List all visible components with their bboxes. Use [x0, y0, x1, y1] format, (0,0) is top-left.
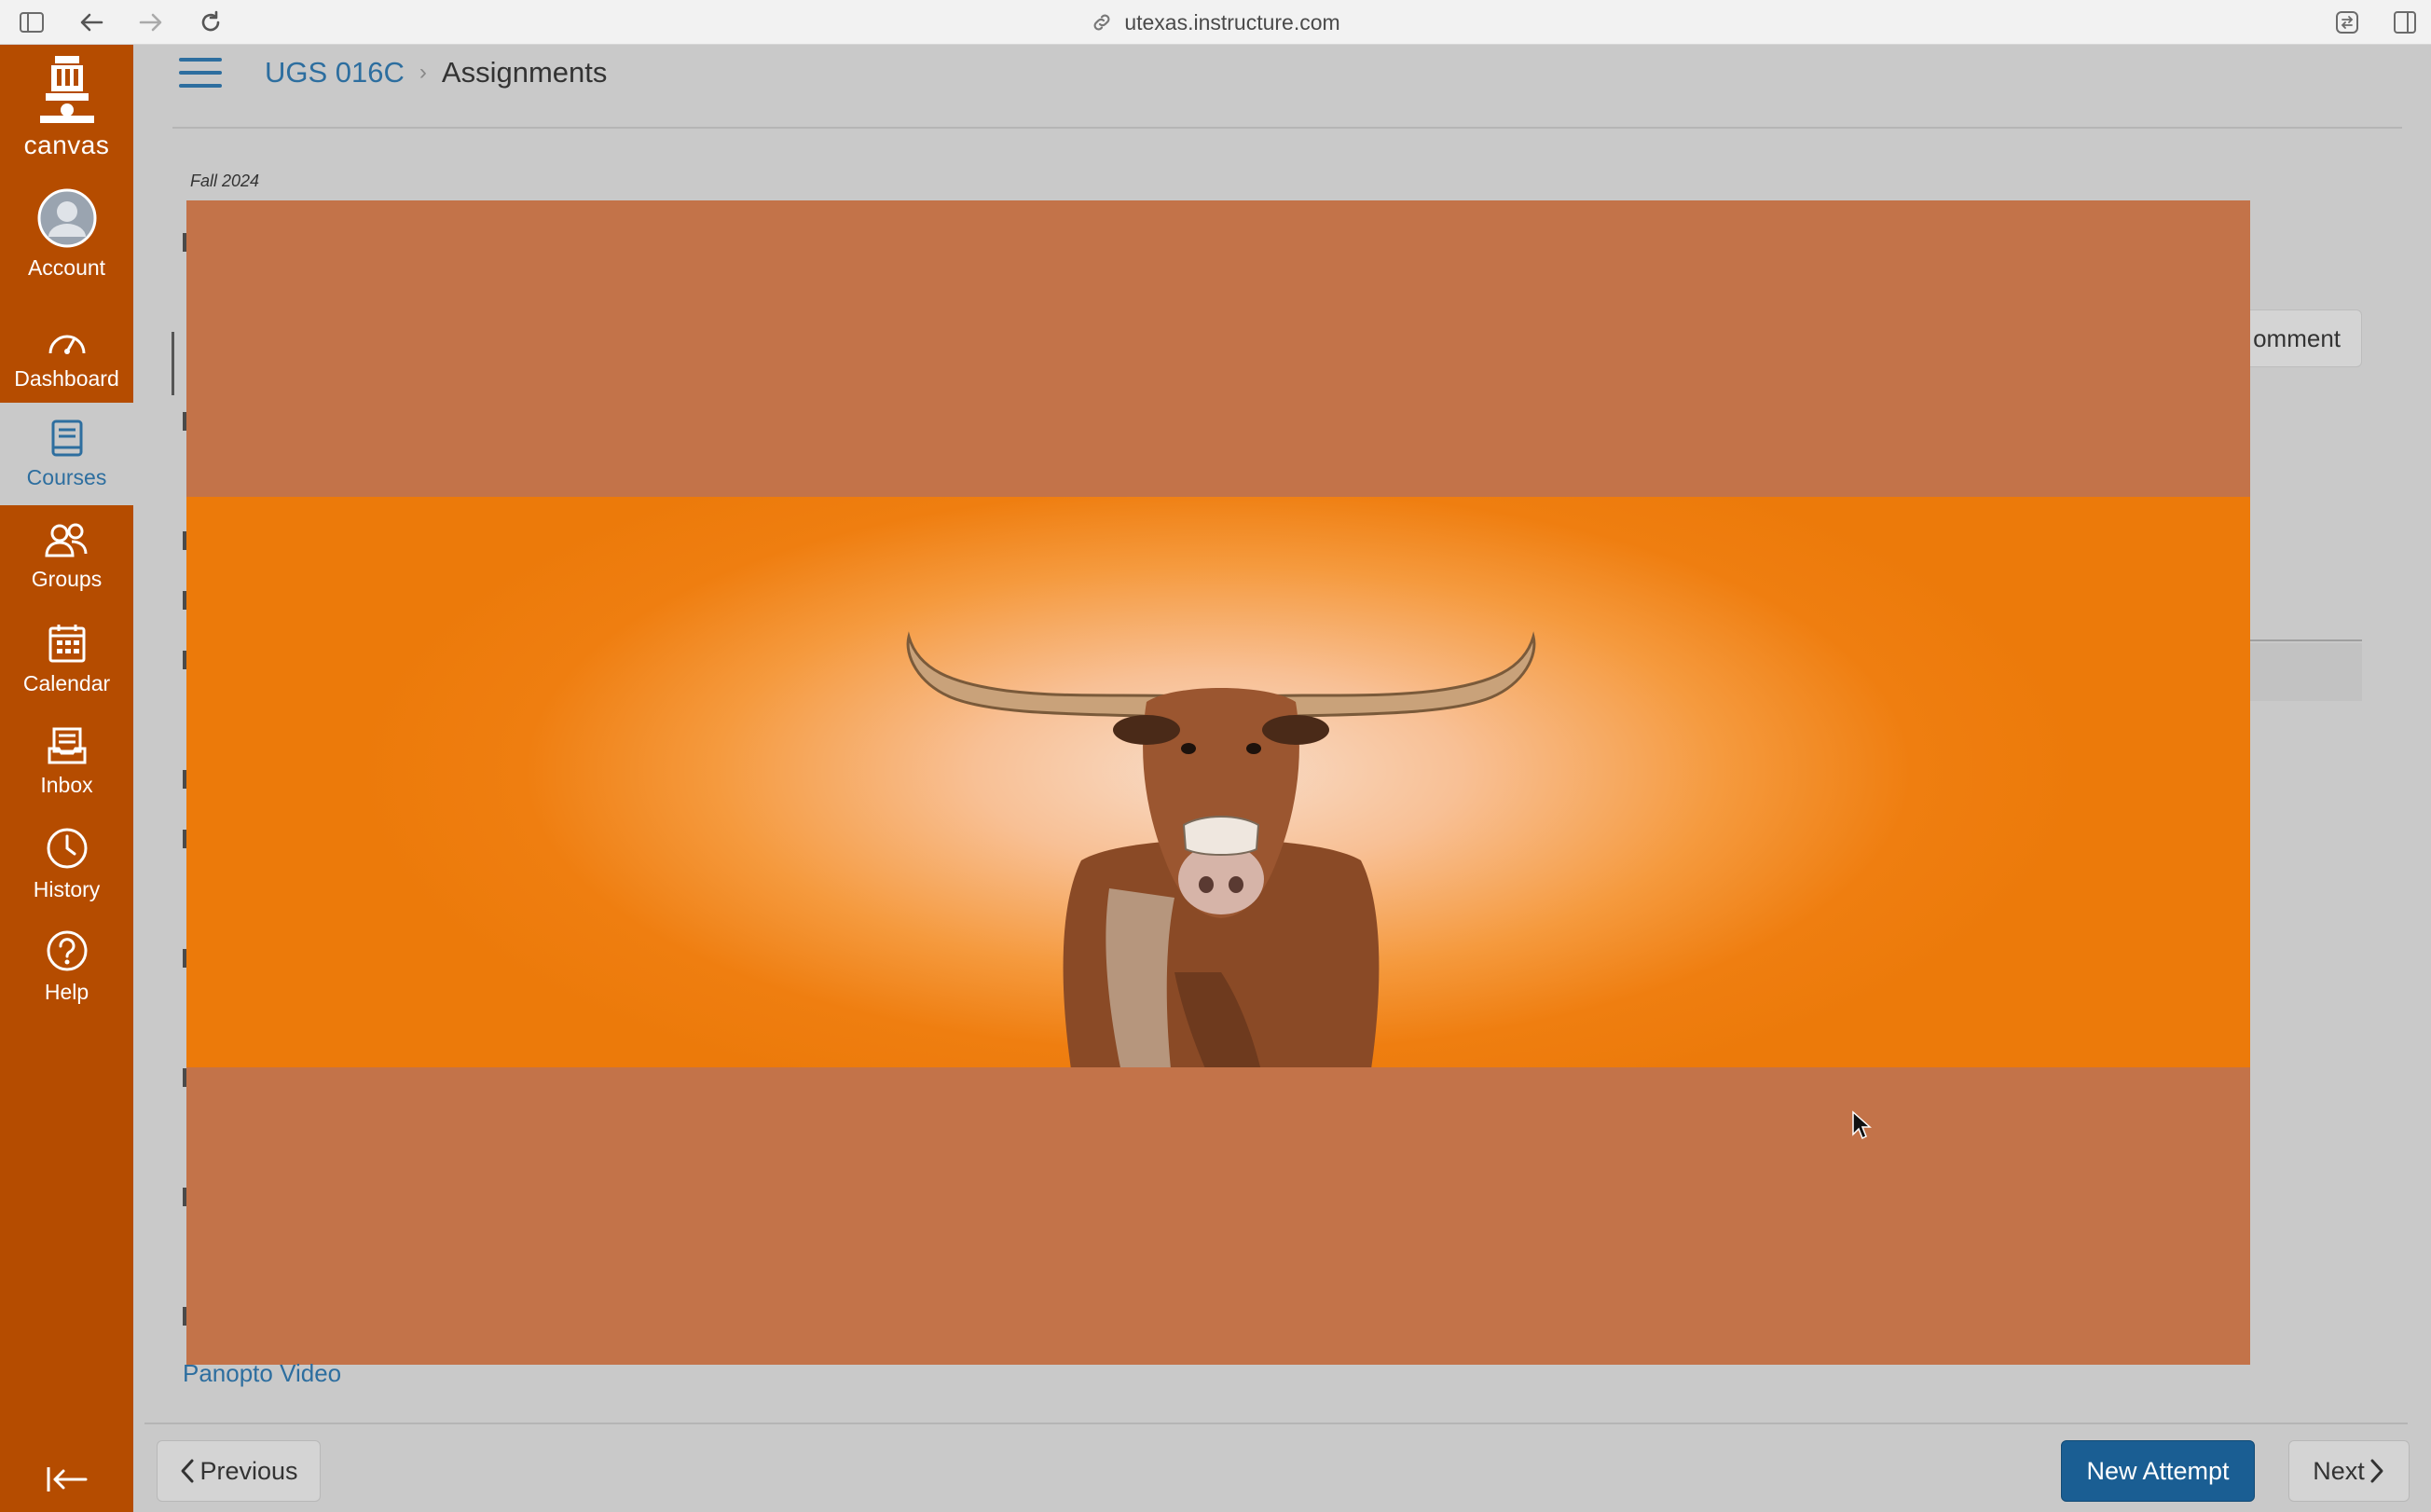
url-text: utexas.instructure.com [1124, 9, 1340, 34]
footer-divider [144, 1423, 2408, 1424]
inbox-icon [48, 727, 86, 763]
longhorn-bull-image [906, 631, 1536, 1067]
nav-label-help: Help [44, 979, 89, 1004]
hamburger-icon-line [179, 71, 222, 75]
next-button[interactable]: Next [2288, 1440, 2410, 1502]
breadcrumb-course-link[interactable]: UGS 016C [265, 56, 405, 89]
nav-item-history[interactable]: History [0, 813, 133, 915]
nav-item-calendar[interactable]: Calendar [0, 608, 133, 710]
term-label: Fall 2024 [190, 172, 260, 190]
link-icon [1093, 14, 1110, 31]
side-panel-row [2250, 643, 2362, 701]
groups-icon [44, 523, 87, 557]
global-navigation: canvas Account Dashboard Courses Groups … [0, 45, 133, 1512]
clock-icon [47, 828, 87, 868]
collapse-nav-button[interactable] [0, 1447, 133, 1512]
nav-item-dashboard[interactable]: Dashboard [0, 306, 133, 408]
next-button-label: Next [2313, 1456, 2365, 1485]
nav-item-groups[interactable]: Groups [0, 505, 133, 608]
new-attempt-button[interactable]: New Attempt [2061, 1440, 2255, 1502]
nav-item-inbox[interactable]: Inbox [0, 710, 133, 813]
chevron-right-icon [2370, 1459, 2383, 1483]
nav-label-inbox: Inbox [40, 772, 93, 797]
collapse-nav-icon [47, 1467, 87, 1491]
chevron-left-icon [181, 1459, 194, 1483]
side-panel-divider [2250, 639, 2362, 641]
video-player[interactable] [186, 200, 2250, 1365]
help-icon [47, 930, 87, 970]
nav-item-courses[interactable]: Courses [0, 403, 133, 505]
breadcrumb-separator-icon: › [419, 60, 427, 85]
breadcrumb-current: Assignments [441, 56, 608, 89]
book-icon [51, 419, 82, 456]
content-left-border [172, 332, 174, 395]
calendar-icon [48, 624, 85, 662]
dashboard-gauge-icon [48, 335, 85, 354]
nav-label-calendar: Calendar [22, 670, 111, 695]
canvas-logo-text: canvas [23, 131, 110, 159]
nav-label-groups: Groups [31, 566, 103, 591]
hamburger-icon-line [179, 84, 222, 88]
comment-button-label: omment [2253, 323, 2341, 352]
split-view-icon[interactable] [2388, 6, 2422, 39]
browser-toolbar: utexas.instructure.com [0, 0, 2431, 45]
nav-label-courses: Courses [26, 464, 107, 489]
canvas-logo[interactable]: canvas [0, 54, 133, 203]
extension-icon[interactable] [2330, 6, 2364, 39]
breadcrumb: UGS 016C › Assignments [265, 54, 607, 91]
header-divider [172, 127, 2402, 129]
previous-button[interactable]: Previous [157, 1440, 321, 1502]
canvas-tower-icon [39, 56, 94, 123]
nav-item-account[interactable]: Account [0, 183, 133, 285]
address-bar[interactable]: utexas.instructure.com [0, 0, 2431, 45]
avatar-icon [37, 188, 96, 247]
nav-label-dashboard: Dashboard [14, 365, 119, 391]
nav-item-help[interactable]: Help [0, 915, 133, 1018]
panopto-video-link[interactable]: Panopto Video [183, 1359, 341, 1388]
mouse-cursor-icon [1852, 1110, 1872, 1140]
previous-button-label: Previous [199, 1456, 298, 1485]
hamburger-icon-line [179, 58, 222, 62]
nav-label-history: History [33, 876, 101, 901]
video-frame-image [186, 497, 2250, 1067]
course-menu-toggle[interactable] [179, 58, 222, 88]
new-attempt-button-label: New Attempt [2086, 1456, 2230, 1485]
nav-label-account: Account [27, 254, 106, 280]
